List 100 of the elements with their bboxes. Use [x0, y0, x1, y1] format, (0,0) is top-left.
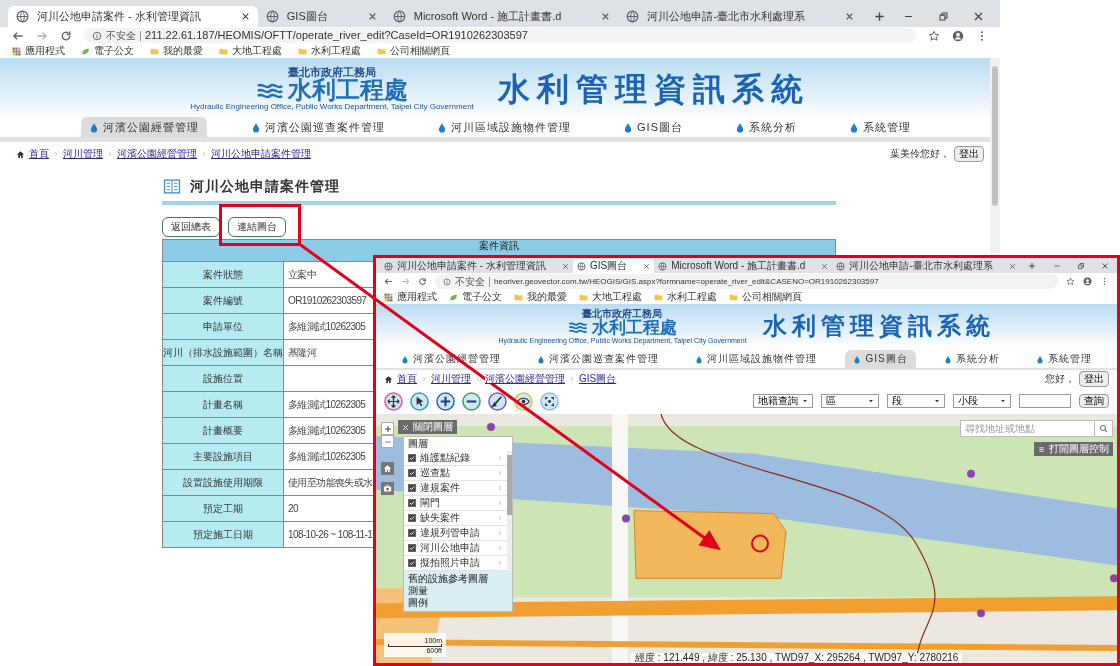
zoom-in-button[interactable]: [381, 422, 394, 435]
checkbox[interactable]: [408, 499, 416, 507]
close-icon[interactable]: [601, 12, 611, 21]
bookmark-link[interactable]: 公司相關網頁: [377, 46, 450, 56]
restore-icon[interactable]: [938, 11, 949, 22]
home-button[interactable]: [381, 462, 394, 475]
close-icon[interactable]: [240, 12, 250, 21]
action-button[interactable]: 連結圖台: [228, 217, 286, 237]
dropdown[interactable]: 段: [887, 394, 945, 408]
browser-tab[interactable]: 河川公地申請案件 - 水利管理資訊: [8, 6, 258, 27]
breadcrumb-link[interactable]: 河川管理: [431, 374, 471, 384]
checkbox[interactable]: [408, 454, 416, 462]
search-button[interactable]: [1095, 420, 1113, 437]
layer-item[interactable]: 維護點紀錄: [404, 451, 507, 466]
nav-tab[interactable]: 河濱公園巡查案件管理: [243, 117, 393, 137]
bookmark-link[interactable]: 我的最愛: [150, 46, 203, 56]
bookmark-link[interactable]: 水利工程處: [654, 292, 717, 302]
checkbox[interactable]: [408, 484, 416, 492]
nav-tab[interactable]: 河川區域設施物件管理: [687, 350, 826, 368]
address-field[interactable]: 不安全 211.22.61.187/HEOMIS/OFTT/operate_river_edit?CaseId=OR1910262303597: [84, 28, 916, 43]
bookmark-link[interactable]: 大地工程處: [219, 46, 282, 56]
layer-menu-item[interactable]: 測量: [408, 586, 508, 596]
back-icon[interactable]: [384, 277, 393, 286]
browser-tab[interactable]: 河川公地申請-臺北市水利處理系: [618, 6, 863, 27]
browser-tab[interactable]: Microsoft Word - 施工計畫書.d: [654, 259, 833, 273]
checkbox[interactable]: [408, 469, 416, 477]
query-mode-dropdown[interactable]: 地籍查詢: [753, 394, 813, 408]
bookmark-link[interactable]: 水利工程處: [298, 46, 361, 56]
breadcrumb-link[interactable]: 首頁: [29, 149, 49, 159]
close-layers-button[interactable]: 關閉圖層: [398, 420, 457, 434]
reload-icon[interactable]: [418, 277, 427, 286]
layer-item[interactable]: 巡查點: [404, 466, 507, 481]
close-icon[interactable]: [1008, 262, 1016, 270]
scrollbar[interactable]: [507, 451, 512, 571]
expand-icon[interactable]: [540, 391, 559, 411]
breadcrumb-link[interactable]: 河濱公園經營管理: [117, 149, 197, 159]
checkbox[interactable]: [408, 514, 416, 522]
brush-icon[interactable]: [488, 391, 507, 411]
layer-item[interactable]: 違規列管申請: [404, 526, 507, 541]
close-icon[interactable]: [821, 262, 829, 270]
checkbox[interactable]: [408, 544, 416, 552]
zoom-out-icon[interactable]: [462, 391, 481, 411]
breadcrumb-link[interactable]: 首頁: [397, 374, 417, 384]
nav-tab[interactable]: 河濱公園巡查案件管理: [529, 350, 668, 368]
nav-tab[interactable]: GIS圖台: [845, 350, 916, 368]
logout-button[interactable]: 登出: [1079, 371, 1109, 387]
account-icon[interactable]: [952, 29, 964, 42]
nav-tab[interactable]: 系統分析: [935, 350, 1008, 368]
close-icon[interactable]: [845, 12, 855, 21]
zoom-in-icon[interactable]: [436, 391, 455, 411]
plus-icon[interactable]: [874, 11, 886, 22]
bookmark-link[interactable]: 大地工程處: [579, 292, 642, 302]
breadcrumb-link[interactable]: GIS圖台: [579, 374, 617, 384]
nav-tab[interactable]: GIS圖台: [615, 117, 691, 137]
dropdown[interactable]: 區: [821, 394, 879, 408]
bookmark-link[interactable]: 電子公文: [449, 292, 502, 302]
dropdown[interactable]: 小段: [953, 394, 1011, 408]
restore-icon[interactable]: [1077, 261, 1085, 270]
browser-tab[interactable]: GIS圖台: [572, 259, 655, 273]
bookmark-link[interactable]: 公司相關網頁: [729, 292, 802, 302]
breadcrumb-link[interactable]: 河川管理: [63, 149, 103, 159]
breadcrumb-link[interactable]: 河川公地申請案件管理: [211, 149, 311, 159]
close-icon[interactable]: [973, 11, 984, 22]
bookmark-link[interactable]: 我的最愛: [514, 292, 567, 302]
breadcrumb-link[interactable]: 河濱公園經營管理: [485, 374, 565, 384]
layer-item[interactable]: 閘門: [404, 496, 507, 511]
star-icon[interactable]: [1066, 277, 1075, 286]
nav-tab[interactable]: 系統管理: [840, 117, 919, 137]
nav-tab[interactable]: 河川區域設施物件管理: [429, 117, 579, 137]
camera-button[interactable]: [381, 482, 394, 495]
nav-tab[interactable]: 系統分析: [726, 117, 805, 137]
logout-button[interactable]: 登出: [954, 146, 984, 162]
layer-item[interactable]: 河川公地申請: [404, 541, 507, 556]
open-layers-button[interactable]: 打開圖層控制: [1034, 442, 1113, 456]
browser-tab[interactable]: 河川公地申請案件 - 水利管理資訊: [380, 259, 573, 273]
plus-icon[interactable]: [1027, 262, 1036, 270]
layer-menu-item[interactable]: 舊的設施參考圖層: [408, 574, 508, 584]
account-icon[interactable]: [1083, 277, 1092, 286]
reload-icon[interactable]: [60, 29, 72, 42]
close-icon[interactable]: [643, 262, 651, 270]
bookmark-link[interactable]: 應用程式: [12, 46, 65, 56]
query-button[interactable]: 查詢: [1079, 394, 1109, 408]
star-icon[interactable]: [928, 29, 940, 42]
layer-item[interactable]: 缺失案件: [404, 511, 507, 526]
close-icon[interactable]: [561, 262, 569, 270]
checkbox[interactable]: [408, 559, 416, 567]
nav-tab[interactable]: 河濱公園經營管理: [81, 117, 207, 137]
close-icon[interactable]: [367, 12, 377, 21]
bookmark-link[interactable]: 應用程式: [384, 292, 437, 302]
back-icon[interactable]: [12, 29, 24, 42]
nav-tab[interactable]: 系統管理: [1027, 350, 1100, 368]
checkbox[interactable]: [408, 529, 416, 537]
text-field[interactable]: [1019, 394, 1071, 408]
address-field[interactable]: 不安全 heoriver.geovector.com.tw/HEOGIS/GIS.aspx?formname=operate_river_edit&CASENO=OR1910262303597: [435, 274, 1058, 289]
close-icon[interactable]: [1101, 261, 1109, 270]
pointer-icon[interactable]: [410, 391, 429, 411]
move-icon[interactable]: [384, 391, 403, 411]
layer-item[interactable]: 違規案件: [404, 481, 507, 496]
browser-tab[interactable]: GIS圖台: [257, 6, 385, 27]
action-button[interactable]: 返回總表: [162, 217, 220, 237]
